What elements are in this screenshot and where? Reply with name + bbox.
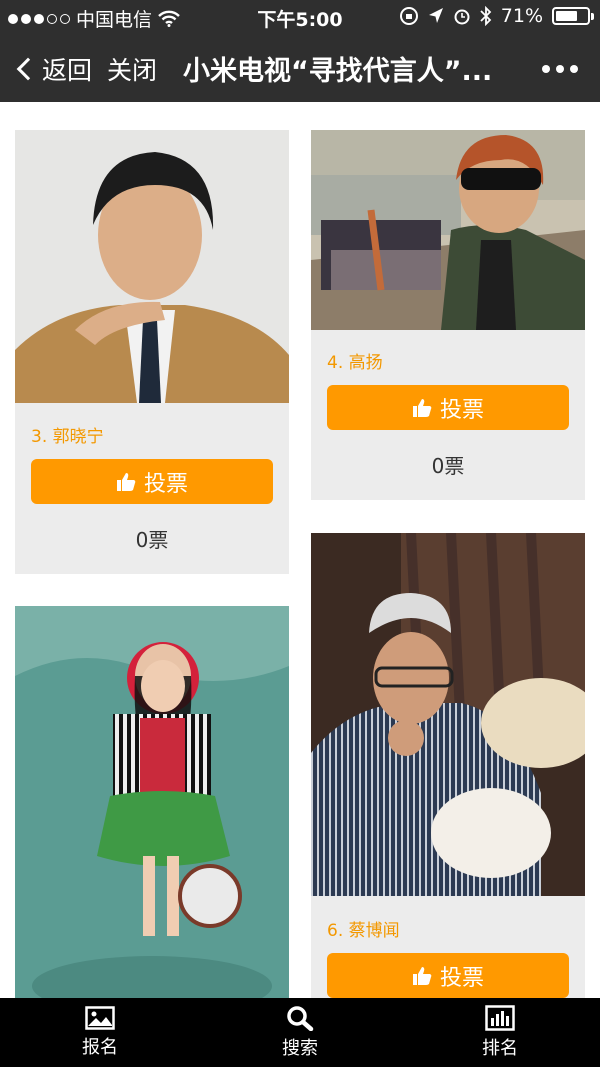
contestant-card <box>15 606 289 998</box>
contestant-card: 6. 蔡博闻 投票 <box>311 533 585 998</box>
contestant-photo[interactable] <box>311 533 585 896</box>
tab-signup[interactable]: 报名 <box>0 998 200 1067</box>
rotation-lock-icon <box>399 7 418 25</box>
bar-chart-icon <box>485 1005 515 1031</box>
alarm-clock-icon <box>454 9 470 25</box>
image-icon <box>85 1006 115 1030</box>
chevron-left-icon <box>16 57 40 81</box>
contestant-photo[interactable] <box>15 130 289 403</box>
battery-icon <box>552 7 594 25</box>
vote-count: 0票 <box>431 454 465 478</box>
tab-label: 搜索 <box>282 1038 318 1059</box>
thumbs-up-icon <box>412 966 432 985</box>
vote-button[interactable]: 投票 <box>327 953 569 998</box>
vote-label: 投票 <box>439 965 484 991</box>
tab-search[interactable]: 搜索 <box>200 998 400 1067</box>
tab-label: 报名 <box>82 1037 118 1058</box>
bluetooth-icon <box>480 6 492 26</box>
status-bar: 中国电信 下午5:00 71% <box>0 0 600 34</box>
nav-bar: 返回 关闭 小米电视“寻找代言人”... <box>0 34 600 102</box>
bottom-tab-bar: 报名 搜索 排名 <box>0 998 600 1067</box>
more-menu-button[interactable] <box>542 65 578 73</box>
thumbs-up-icon <box>116 472 136 491</box>
location-arrow-icon <box>428 8 443 23</box>
thumbs-up-icon <box>412 398 432 417</box>
vote-label: 投票 <box>143 471 188 497</box>
vote-button[interactable]: 投票 <box>31 459 273 504</box>
back-label: 返回 <box>42 56 93 85</box>
contestant-name: 4. 高扬 <box>327 353 383 373</box>
vote-button[interactable]: 投票 <box>327 385 569 430</box>
contestant-card: 3. 郭晓宁 投票 0票 <box>15 130 289 574</box>
contestant-card: 4. 高扬 投票 0票 <box>311 130 585 500</box>
vote-count: 0票 <box>135 528 169 552</box>
tab-label: 排名 <box>482 1038 518 1059</box>
contestant-name: 3. 郭晓宁 <box>31 427 104 447</box>
battery-percent: 71% <box>500 5 543 27</box>
search-icon <box>287 1006 314 1031</box>
close-button[interactable]: 关闭 <box>107 51 157 87</box>
vote-label: 投票 <box>439 397 484 423</box>
contestant-photo[interactable] <box>311 130 585 330</box>
page-title: 小米电视“寻找代言人”... <box>183 56 493 87</box>
back-button[interactable]: 返回 <box>14 51 92 87</box>
tab-ranking[interactable]: 排名 <box>400 998 600 1067</box>
contestant-photo[interactable] <box>15 606 289 998</box>
contestant-name: 6. 蔡博闻 <box>327 921 400 941</box>
